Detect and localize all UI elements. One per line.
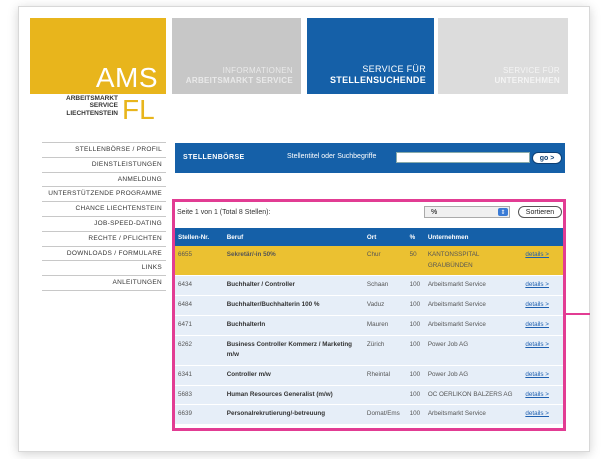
- sidebar-item-stellenboerse[interactable]: STELLENBÖRSE / PROFIL: [42, 142, 166, 158]
- ams-logo[interactable]: AMS: [30, 18, 166, 94]
- go-button[interactable]: go >: [532, 152, 562, 164]
- tab-service-stellensuchende[interactable]: SERVICE FÜR STELLENSUCHENDE: [307, 18, 434, 94]
- tab-service-unternehmen[interactable]: SERVICE FÜR UNTERNEHMEN: [438, 18, 568, 94]
- sidebar-item-dienstleistungen[interactable]: DIENSTLEISTUNGEN: [42, 158, 166, 173]
- sidebar-menu: STELLENBÖRSE / PROFIL DIENSTLEISTUNGEN A…: [42, 142, 166, 291]
- logo-subtitle: ARBEITSMARKT SERVICE LIECHTENSTEIN: [36, 95, 118, 117]
- search-title: STELLENBÖRSE: [183, 154, 245, 161]
- tab-informationen[interactable]: INFORMATIONEN ARBEITSMARKT SERVICE: [172, 18, 301, 94]
- sidebar-item-rechte[interactable]: RECHTE / PFLICHTEN: [42, 232, 166, 247]
- sidebar-item-programme[interactable]: UNTERSTÜTZENDE PROGRAMME: [42, 187, 166, 203]
- sidebar-item-chance[interactable]: CHANCE LIECHTENSTEIN: [42, 202, 166, 217]
- tab-informationen-line2: ARBEITSMARKT SERVICE: [185, 76, 293, 85]
- logo-sub-line3: LIECHTENSTEIN: [66, 109, 118, 117]
- logo-sub-line2: SERVICE: [89, 102, 118, 110]
- tab-informationen-line1: INFORMATIONEN: [222, 66, 293, 75]
- highlight-frame: [172, 199, 566, 431]
- logo-sub-line1: ARBEITSMARKT: [66, 95, 118, 102]
- tab-service-line1: SERVICE FÜR: [362, 63, 426, 74]
- sidebar-item-anleitungen[interactable]: ANLEITUNGEN: [42, 276, 166, 291]
- tab-unternehmen-line1: SERVICE FÜR: [503, 66, 560, 75]
- sidebar-item-job-speed-dating[interactable]: JOB-SPEED-DATING: [42, 217, 166, 232]
- tab-unternehmen-line2: UNTERNEHMEN: [494, 76, 560, 85]
- highlight-pointer-line: [566, 313, 590, 315]
- logo-fl-text: FL: [122, 94, 155, 125]
- logo-ams-text: AMS: [95, 62, 158, 93]
- search-input[interactable]: [396, 152, 530, 163]
- sidebar-item-links[interactable]: LINKS: [42, 261, 166, 277]
- sidebar-item-anmeldung[interactable]: ANMELDUNG: [42, 173, 166, 188]
- search-bar: STELLENBÖRSE Stellentitel oder Suchbegri…: [175, 143, 565, 173]
- tab-service-line2: STELLENSUCHENDE: [329, 74, 426, 85]
- search-label: Stellentitel oder Suchbegriffe: [287, 153, 377, 160]
- sidebar-item-downloads[interactable]: DOWNLOADS / FORMULARE: [42, 247, 166, 262]
